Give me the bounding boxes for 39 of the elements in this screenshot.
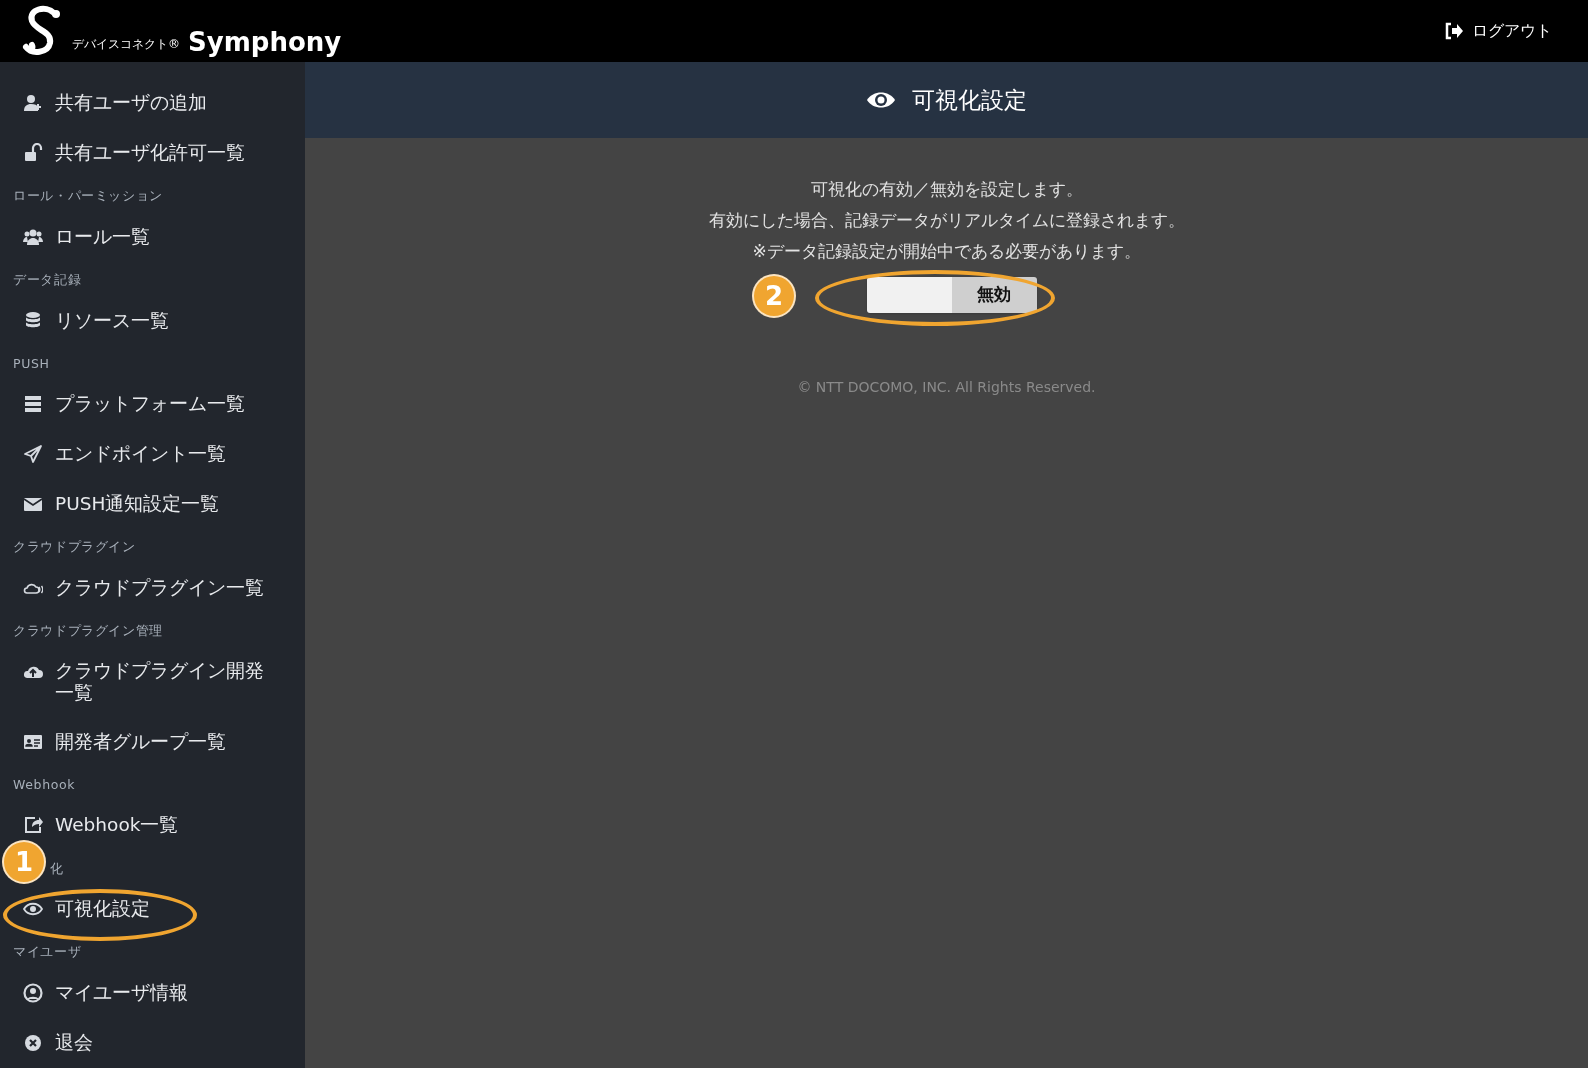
page-title: 可視化設定 bbox=[912, 85, 1027, 115]
section-label: ロール・パーミッション bbox=[13, 187, 163, 206]
close-icon bbox=[23, 1033, 43, 1054]
brand-name: Symphony bbox=[188, 29, 342, 55]
server-icon bbox=[23, 394, 43, 415]
description-text: 可視化の有効／無効を設定します。 bbox=[810, 178, 1083, 201]
section-label: PUSH bbox=[13, 354, 50, 373]
description-text: 有効にした場合、記録データがリアルタイムに登録されます。 bbox=[708, 209, 1185, 232]
unlocked-padlock-icon bbox=[23, 143, 43, 163]
copyright-text: © NTT DOCOMO, INC. All Rights Reserved. bbox=[797, 378, 1096, 397]
sidebar-item[interactable]: リソース一覧 bbox=[0, 295, 305, 346]
sidebar-item[interactable]: 可視化設定 bbox=[0, 884, 305, 935]
section-label: マイユーザ bbox=[13, 943, 82, 962]
sidebar-item[interactable]: エンドポイント一覧 bbox=[0, 429, 305, 480]
section-label: データ記録 bbox=[13, 270, 82, 289]
section-label: クラウドプラグイン bbox=[13, 538, 136, 557]
paper-plane-icon bbox=[23, 444, 43, 465]
numbered-callout-badge: 2 bbox=[752, 274, 796, 318]
brand-subtitle: デバイスコネクト® bbox=[72, 36, 180, 53]
section-label: 化 bbox=[50, 859, 64, 878]
user-circle-icon bbox=[23, 983, 43, 1004]
sidebar-item[interactable]: クラウドプラグイン一覧 bbox=[0, 563, 305, 614]
sidebar-item[interactable]: 退会 bbox=[0, 1018, 305, 1068]
sidebar-item[interactable]: クラウドプラグイン開発一覧 bbox=[0, 647, 305, 717]
sidebar-item[interactable]: プラットフォーム一覧 bbox=[0, 379, 305, 430]
sidebar-item[interactable]: 共有ユーザ化許可一覧 bbox=[0, 128, 305, 178]
sidebar-item[interactable]: PUSH通知設定一覧 bbox=[0, 479, 305, 530]
sidebar-item[interactable]: 共有ユーザの追加 bbox=[0, 78, 305, 128]
description-text: ※データ記録設定が開始中である必要があります。 bbox=[752, 240, 1141, 263]
section-label: クラウドプラグイン管理 bbox=[13, 622, 163, 641]
logout-icon bbox=[1444, 22, 1464, 40]
user-plus-icon bbox=[23, 93, 43, 113]
eye-icon bbox=[866, 90, 896, 110]
sidebar-item[interactable]: 開発者グループ一覧 bbox=[0, 716, 305, 767]
sidebar-item[interactable]: マイユーザ情報 bbox=[0, 968, 305, 1019]
logout-button[interactable]: ログアウト bbox=[1444, 19, 1552, 43]
share-icon bbox=[23, 815, 43, 836]
sidebar-item[interactable]: ロール一覧 bbox=[0, 211, 305, 262]
section-label: Webhook bbox=[13, 775, 76, 794]
